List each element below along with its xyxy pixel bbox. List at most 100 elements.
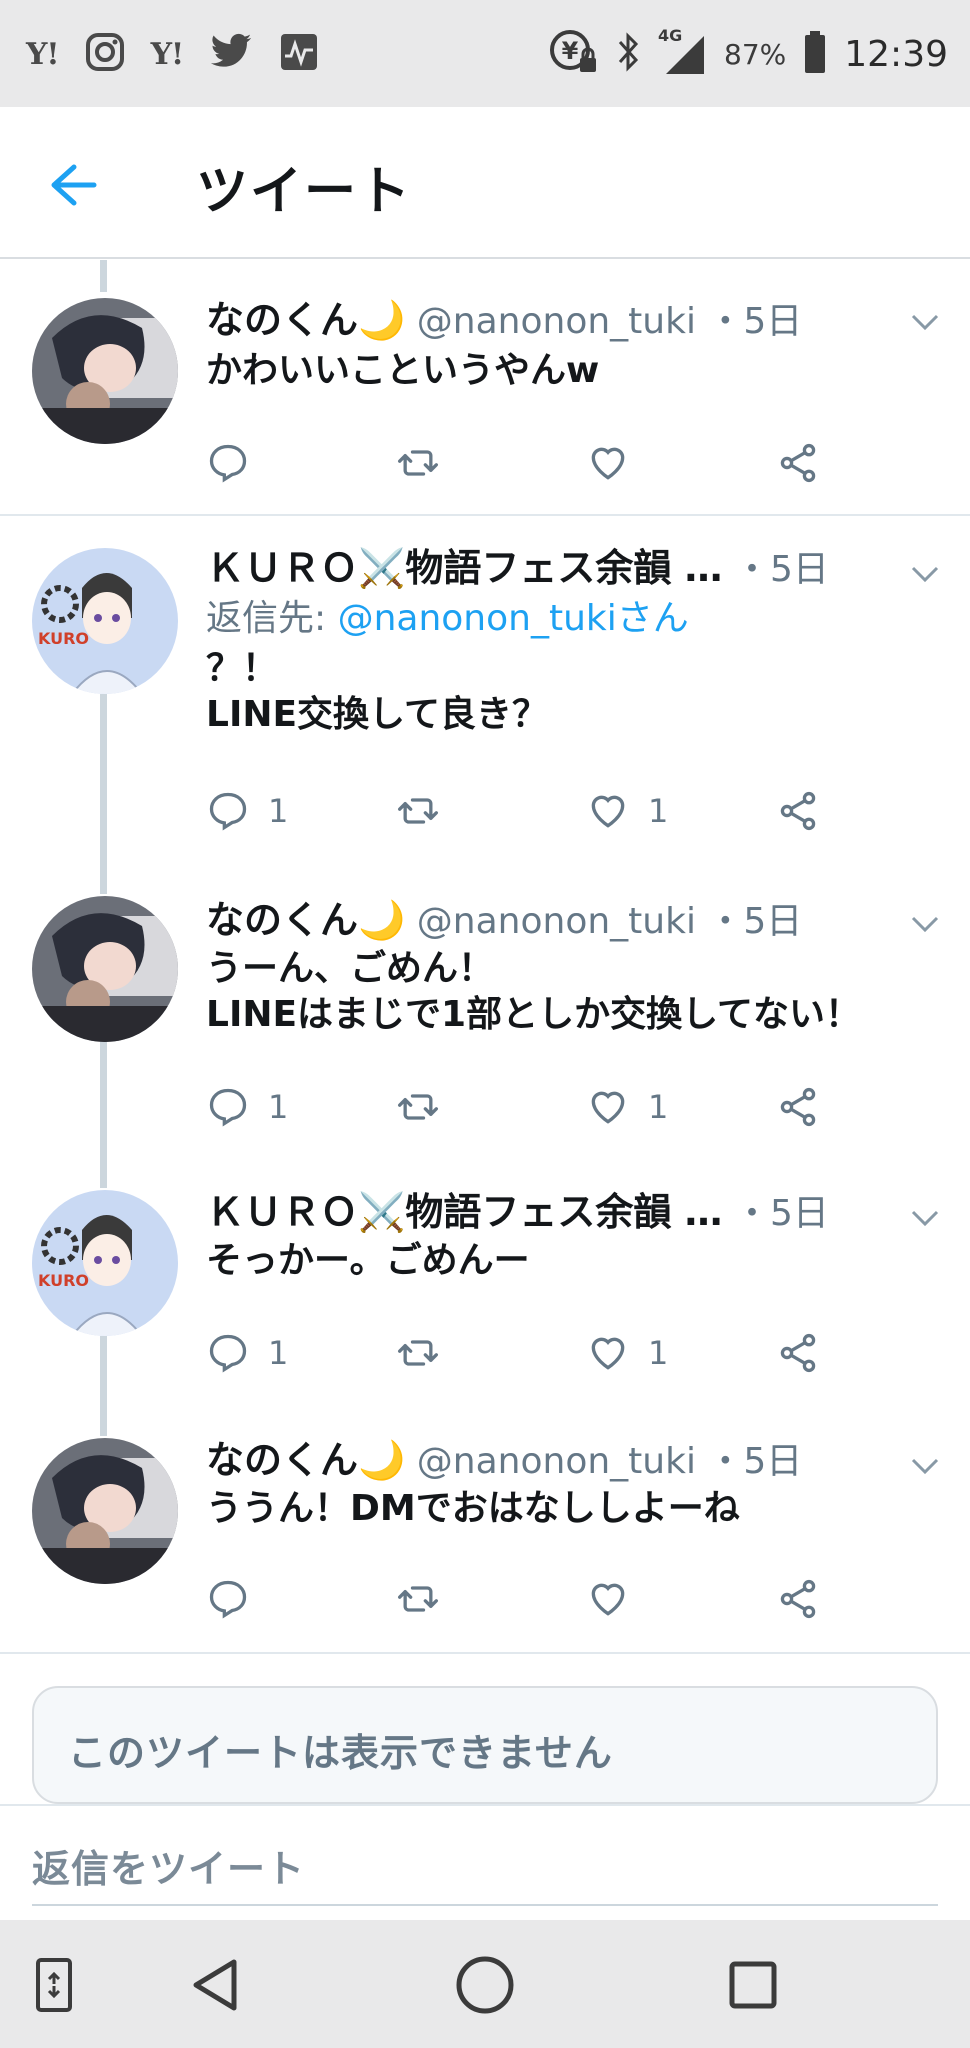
tweet[interactable]: なのくん🌙 @nanonon_tuki ・5日 かわいいこというやんw: [0, 260, 970, 514]
avatar-nano[interactable]: [32, 298, 178, 444]
back-nav-icon[interactable]: [182, 1950, 252, 2020]
share-icon: [780, 1333, 816, 1373]
like-button[interactable]: [586, 1574, 648, 1624]
tweet-author-name[interactable]: なのくん🌙: [206, 898, 405, 942]
like-button[interactable]: 1: [586, 1328, 668, 1378]
avatar-nano[interactable]: [32, 896, 178, 1042]
tweet-author-name[interactable]: ＫＵＲＯ⚔️物語フェス余韻 …: [206, 546, 723, 590]
retweet-button[interactable]: [396, 1328, 440, 1378]
reply-button[interactable]: 1: [206, 1328, 288, 1378]
tweet[interactable]: なのくん🌙 @nanonon_tuki ・5日 うーん、ごめん！ LINEはまじ…: [0, 882, 970, 1182]
avatar-nano[interactable]: [32, 1438, 178, 1584]
signal-icon: 4G: [658, 26, 706, 76]
like-button[interactable]: 1: [586, 786, 668, 836]
reply-to-line: 返信先: @nanonon_tukiさん: [206, 596, 689, 642]
retweet-icon: [398, 1340, 438, 1366]
reply-composer: 返信をツイート: [0, 1804, 970, 1920]
unavailable-tweet-notice: このツイートは表示できません: [32, 1686, 938, 1804]
app-header: ツイート: [0, 107, 970, 259]
tweet-text: ううん！DMでおはなししよーね: [206, 1488, 740, 1529]
tweet-text: ？！ LINE交換して良き？: [206, 648, 548, 735]
tweet[interactable]: なのくん🌙 @nanonon_tuki ・5日 ううん！DMでおはなししよーね: [0, 1430, 970, 1652]
chevron-down-icon[interactable]: [910, 1208, 940, 1228]
tweet-author-name[interactable]: なのくん🌙: [206, 1438, 405, 1482]
yahoo-icon: Y!: [26, 36, 60, 72]
retweet-icon: [398, 450, 438, 476]
page-title: ツイート: [196, 162, 413, 222]
retweet-button[interactable]: [396, 438, 440, 488]
chevron-down-icon[interactable]: [910, 312, 940, 332]
battery-percent: 87%: [724, 37, 787, 71]
avatar-kuro[interactable]: KURO: [32, 548, 178, 694]
heart-icon: [591, 1091, 625, 1124]
tweet-actions: 1 1: [206, 1082, 846, 1132]
heart-icon: [591, 1583, 625, 1616]
android-nav-bar: [0, 1920, 970, 2048]
reply-input[interactable]: 返信をツイート: [32, 1838, 305, 1893]
reply-button[interactable]: [206, 438, 268, 488]
chevron-down-icon[interactable]: [910, 564, 940, 584]
heart-icon: [591, 1337, 625, 1370]
yahoo-icon: Y!: [150, 36, 185, 72]
battery-icon: [804, 31, 826, 77]
svg-text:KURO: KURO: [38, 629, 89, 648]
tweet-text: うーん、ごめん！ LINEはまじで1部としか交換してない！: [206, 948, 862, 1035]
reply-count: 1: [268, 1334, 289, 1372]
reply-icon: [209, 1580, 247, 1619]
reply-button[interactable]: [206, 1574, 268, 1624]
reply-count: 1: [268, 1088, 289, 1126]
status-bar: Y! Y! ¥ 4G 87% 12:39: [0, 0, 970, 107]
unavailable-text: このツイートは表示できません: [68, 1731, 613, 1775]
tweet-timestamp: ・5日: [734, 549, 829, 590]
tweet-timestamp: ・5日: [734, 1193, 829, 1234]
rotate-screen-icon[interactable]: [20, 1950, 90, 2020]
tweet-actions: [206, 1574, 846, 1624]
avatar-kuro[interactable]: KURO: [32, 1190, 178, 1336]
tweet-author-name[interactable]: なのくん🌙: [206, 298, 405, 342]
tweet-text: そっかー。ごめんー: [206, 1240, 530, 1281]
share-button[interactable]: [776, 786, 820, 836]
tweet[interactable]: KURO ＫＵＲＯ⚔️物語フェス余韻 … ・5日 返信先: @nanonon_t…: [0, 516, 970, 882]
tweet-author-name[interactable]: ＫＵＲＯ⚔️物語フェス余韻 …: [206, 1190, 723, 1234]
tweet-timestamp: ・5日: [707, 301, 803, 342]
reply-count: 1: [268, 792, 289, 830]
share-button[interactable]: [776, 1082, 820, 1132]
retweet-button[interactable]: [396, 1574, 440, 1624]
reply-button[interactable]: 1: [206, 786, 288, 836]
share-button[interactable]: [776, 1574, 820, 1624]
share-button[interactable]: [776, 1328, 820, 1378]
bluetooth-icon: [616, 32, 640, 76]
like-count: 1: [648, 1088, 669, 1126]
recents-nav-icon[interactable]: [718, 1950, 788, 2020]
like-button[interactable]: 1: [586, 1082, 668, 1132]
reply-to-mention[interactable]: @nanonon_tukiさん: [338, 598, 689, 639]
share-icon: [780, 1579, 816, 1619]
like-count: 1: [648, 792, 669, 830]
tweet-author-handle[interactable]: @nanonon_tuki: [417, 301, 696, 342]
share-icon: [780, 443, 816, 483]
chevron-down-icon[interactable]: [910, 1456, 940, 1476]
heart-icon: [591, 795, 625, 828]
svg-text:¥: ¥: [562, 37, 579, 65]
share-icon: [780, 1087, 816, 1127]
home-nav-icon[interactable]: [450, 1950, 520, 2020]
network-type: 4G: [658, 26, 683, 45]
retweet-button[interactable]: [396, 1082, 440, 1132]
chevron-down-icon[interactable]: [910, 914, 940, 934]
retweet-button[interactable]: [396, 786, 440, 836]
twitter-icon: [209, 33, 253, 75]
share-button[interactable]: [776, 438, 820, 488]
tweet-text: かわいいこというやんw: [206, 350, 600, 391]
like-button[interactable]: [586, 438, 648, 488]
tweet[interactable]: KURO ＫＵＲＯ⚔️物語フェス余韻 … ・5日 そっかー。ごめんー 1 1: [0, 1182, 970, 1430]
tweet-author-handle[interactable]: @nanonon_tuki: [417, 1441, 696, 1482]
reply-button[interactable]: 1: [206, 1082, 288, 1132]
tweet-author-handle[interactable]: @nanonon_tuki: [417, 901, 696, 942]
activity-icon: [279, 32, 319, 76]
reply-icon: [209, 792, 247, 831]
back-arrow-icon[interactable]: [44, 157, 100, 213]
heart-icon: [591, 447, 625, 480]
retweet-icon: [398, 798, 438, 824]
retweet-icon: [398, 1586, 438, 1612]
divider: [0, 1652, 970, 1654]
